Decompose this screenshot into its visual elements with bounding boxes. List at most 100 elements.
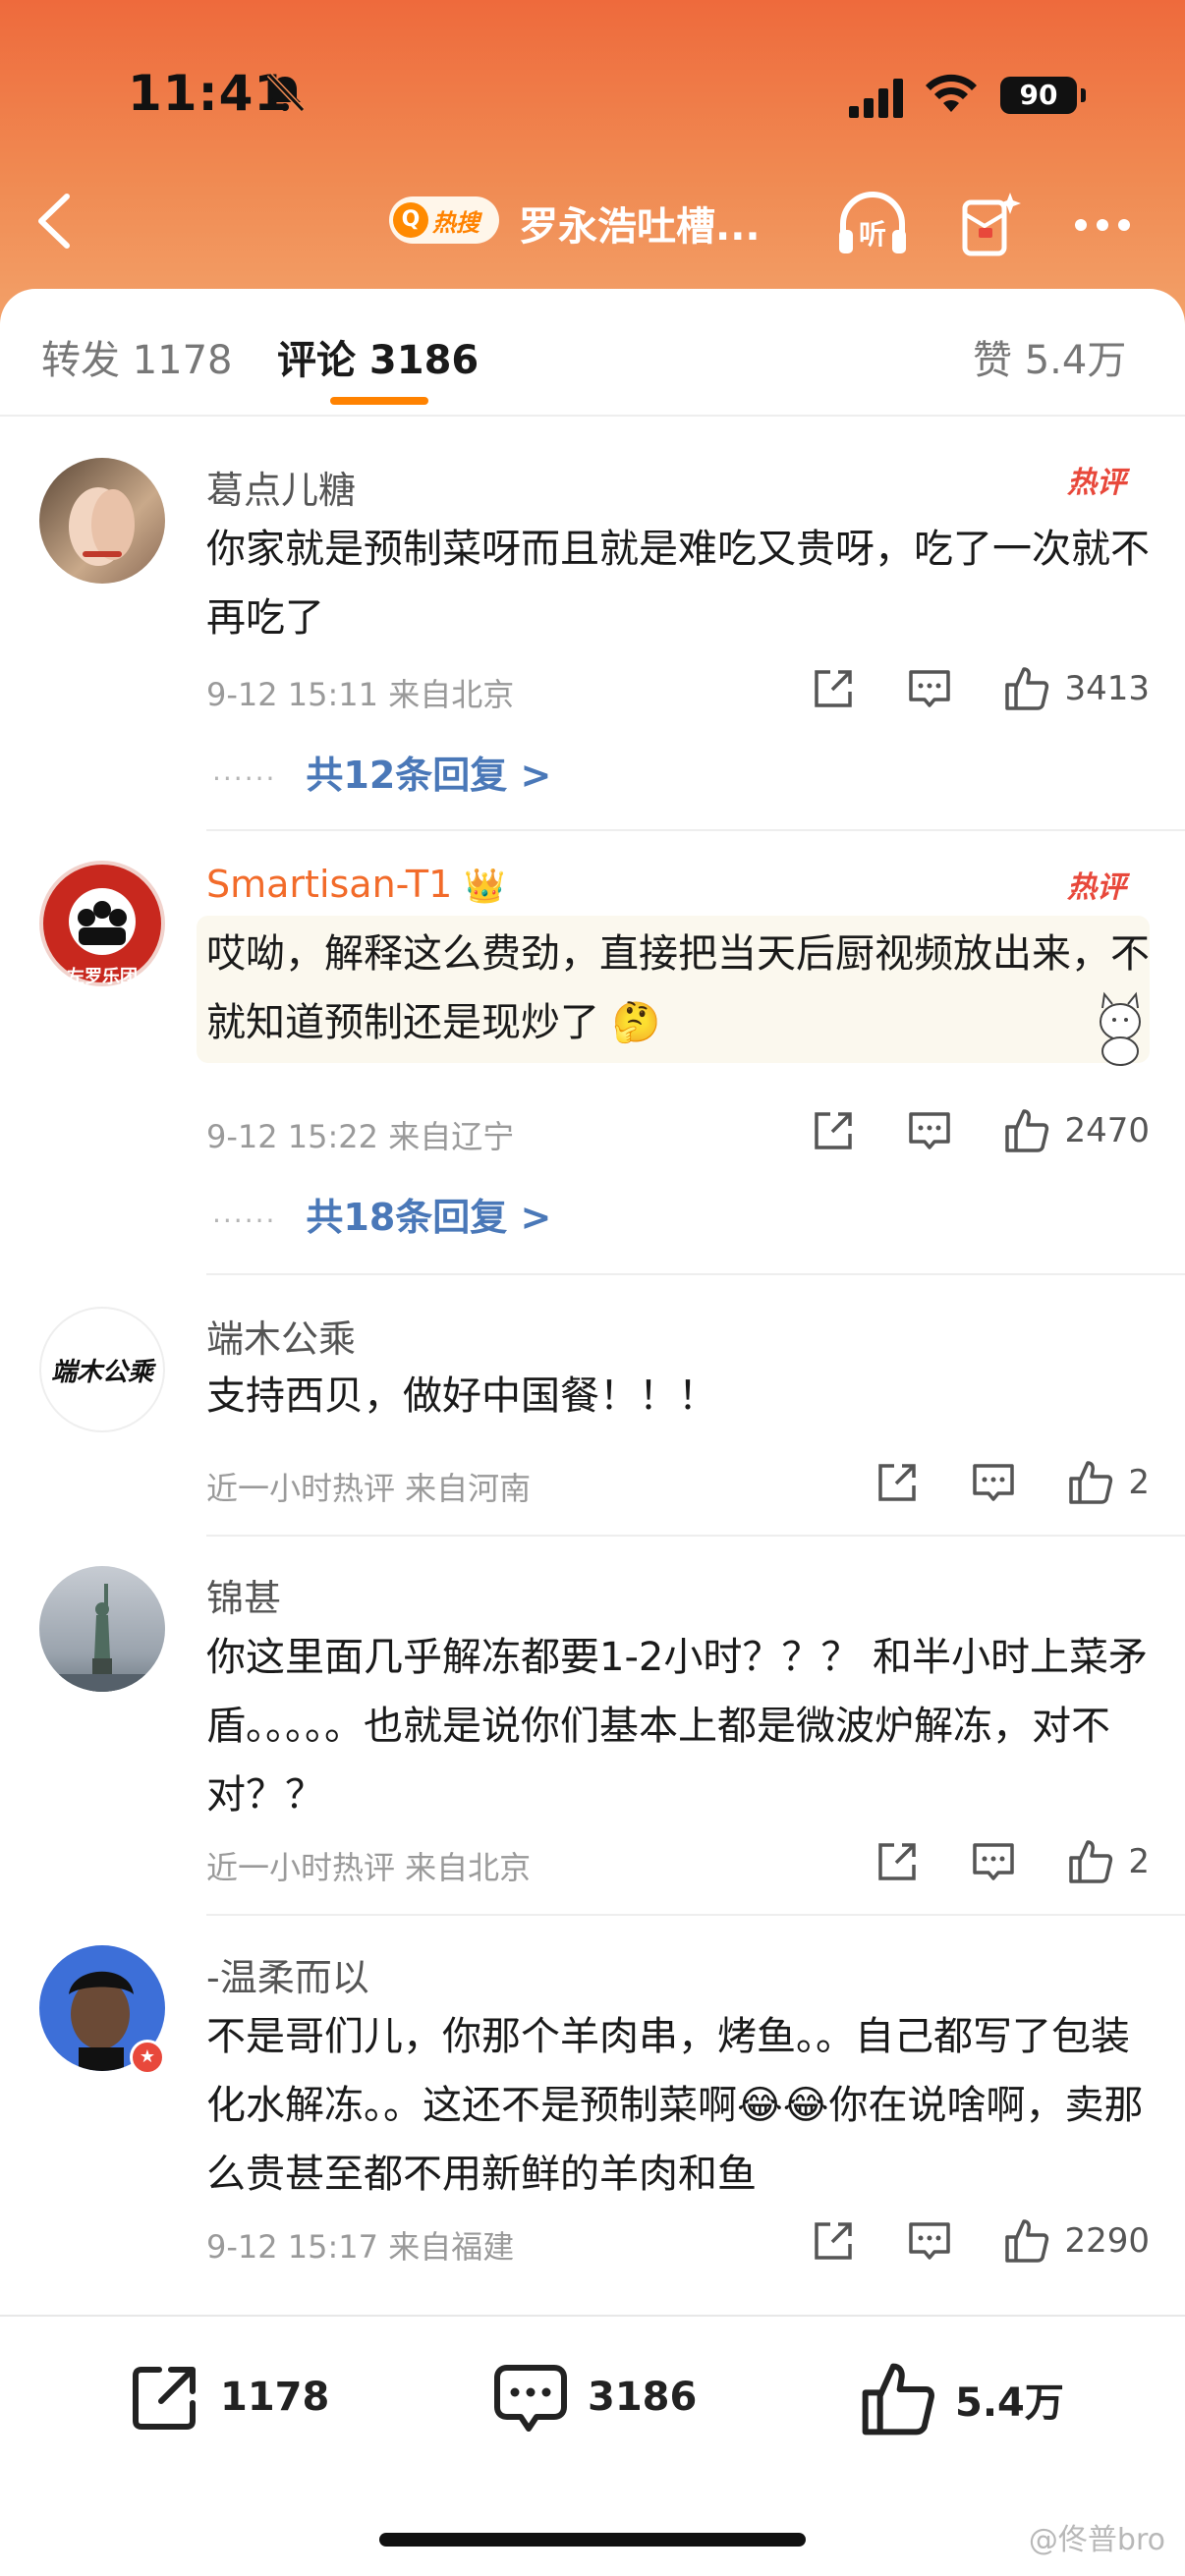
- home-indicator[interactable]: [379, 2533, 806, 2547]
- repost-count: 1178: [220, 2375, 330, 2420]
- divider: [206, 1273, 1185, 1275]
- share-button[interactable]: [811, 666, 856, 711]
- like-count: 2: [1128, 1842, 1150, 1881]
- search-icon: Q: [393, 202, 428, 238]
- avatar[interactable]: [39, 1566, 165, 1692]
- red-envelope-icon[interactable]: [957, 185, 1026, 263]
- like-count: 5.4万: [955, 2380, 1064, 2426]
- comment-meta: 9-12 15:22 来自辽宁: [206, 1118, 515, 1155]
- comment-bubble-icon: [973, 1843, 1015, 1880]
- comment-actions: 2290: [760, 2216, 1150, 2266]
- hot-comment-badge: 热评: [1067, 466, 1126, 500]
- username[interactable]: 葛点儿糖: [206, 460, 356, 514]
- battery-indicator: 90: [1000, 77, 1086, 114]
- like-count: 2: [1128, 1463, 1150, 1502]
- share-icon: [878, 1464, 917, 1501]
- reply-button[interactable]: [971, 1839, 1016, 1884]
- like-count: 3413: [1064, 669, 1150, 708]
- replies-label: 共12条回复 >: [306, 754, 552, 797]
- share-button[interactable]: [875, 1460, 920, 1505]
- cat-sticker-icon: [1100, 991, 1141, 1066]
- verified-badge-icon: ★: [130, 2040, 165, 2075]
- username[interactable]: 端木公乘: [206, 1309, 356, 1363]
- watermark: @佟普bro: [1028, 2523, 1165, 2557]
- comment-count: 3186: [588, 2375, 698, 2420]
- thumbs-up-icon: [1005, 667, 1049, 710]
- wifi-icon: [926, 74, 977, 112]
- repost-button[interactable]: 1178: [128, 2360, 329, 2435]
- statue-of-liberty-image: [59, 1584, 145, 1692]
- comment-text-content: 哎呦，解释这么费劲，直接把当天后厨视频放出来，不就知道预制还是现炒了: [206, 931, 1150, 1045]
- nav-bar: Q 热搜 罗永浩吐槽... 听: [0, 167, 1185, 275]
- tab-like[interactable]: 赞 5.4万: [973, 328, 1126, 385]
- like-button[interactable]: 2470: [1003, 1107, 1150, 1154]
- share-button[interactable]: [811, 1108, 856, 1153]
- hot-search-badge[interactable]: Q 热搜: [389, 196, 499, 244]
- replies-dots: ······: [212, 1204, 277, 1237]
- silent-bell-icon: [266, 72, 306, 113]
- avatar[interactable]: 端木公乘: [39, 1307, 165, 1432]
- share-icon: [815, 2222, 853, 2260]
- username[interactable]: 锦甚: [206, 1568, 281, 1622]
- back-arrow-icon[interactable]: [29, 187, 79, 255]
- tab-repost[interactable]: 转发 1178: [41, 328, 233, 385]
- comment-actions: 3413: [760, 664, 1150, 713]
- tab-bar: 转发 1178 评论 3186 赞 5.4万: [0, 289, 1185, 417]
- view-replies-link[interactable]: ······ 共12条回复 >: [212, 745, 551, 799]
- username-text: Smartisan-T1: [206, 863, 453, 906]
- thumbs-up-icon: [1069, 1840, 1113, 1883]
- hot-search-label: 热搜: [432, 208, 480, 237]
- tab-comment[interactable]: 评论 3186: [277, 328, 479, 385]
- headphones-listen-icon[interactable]: 听: [833, 185, 912, 263]
- comment-bubble-icon: [909, 2222, 951, 2260]
- thumbs-up-icon: [862, 2363, 934, 2436]
- comment-text: 哎呦，解释这么费劲，直接把当天后厨视频放出来，不就知道预制还是现炒了 🤔: [206, 920, 1150, 1057]
- view-replies-link[interactable]: ······ 共18条回复 >: [212, 1187, 551, 1241]
- comment-bubble-icon: [973, 1464, 1015, 1501]
- comment-actions: 2: [823, 1837, 1150, 1886]
- username[interactable]: Smartisan-T1 👑: [206, 863, 506, 906]
- cellular-signal-icon: [849, 79, 903, 118]
- reply-button[interactable]: [907, 2218, 952, 2264]
- avatar-calligraphy: 端木公乘: [50, 1357, 153, 1387]
- comment-actions: 2: [823, 1458, 1150, 1507]
- divider: [206, 1914, 1185, 1916]
- bottom-action-bar: 1178 3186 5.4万: [0, 2315, 1185, 2576]
- comment-button[interactable]: 3186: [491, 2360, 697, 2435]
- avatar-caption: 左罗乐团: [67, 967, 138, 987]
- reply-button[interactable]: [907, 666, 952, 711]
- comment-text: 支持西贝，做好中国餐！！！: [206, 1373, 717, 1419]
- comment-meta: 近一小时热评 来自河南: [206, 1470, 532, 1507]
- comment-icon: [494, 2365, 567, 2432]
- comment-text: 你这里面几乎解冻都要1-2小时？？？ 和半小时上菜矛盾。。。。。也就是说你们基本…: [206, 1635, 1149, 1818]
- divider: [206, 829, 1185, 831]
- share-button[interactable]: [875, 1839, 920, 1884]
- share-icon: [815, 670, 853, 707]
- comment-bubble-icon: [909, 670, 951, 707]
- comment-text: 你家就是预制菜呀而且就是难吃又贵呀，吃了一次就不再吃了: [206, 527, 1150, 641]
- thumbs-up-icon: [1005, 2219, 1049, 2263]
- like-button[interactable]: 2: [1067, 1838, 1150, 1885]
- comment-meta: 近一小时热评 来自北京: [206, 1849, 532, 1886]
- share-button[interactable]: [811, 2218, 856, 2264]
- like-button[interactable]: 2290: [1003, 2217, 1150, 2265]
- avatar[interactable]: [39, 458, 165, 584]
- comment-bubble-icon: [909, 1112, 951, 1149]
- like-count: 2470: [1064, 1111, 1150, 1150]
- divider: [206, 1535, 1185, 1537]
- more-options-icon[interactable]: [1075, 216, 1144, 232]
- active-tab-indicator: [330, 397, 428, 405]
- like-button[interactable]: 5.4万: [859, 2360, 1064, 2438]
- reply-button[interactable]: [907, 1108, 952, 1153]
- username[interactable]: -温柔而以: [206, 1947, 369, 2001]
- avatar-hands-image: [69, 487, 135, 566]
- thumbs-up-icon: [1069, 1461, 1113, 1504]
- thumbs-up-icon: [1005, 1109, 1049, 1152]
- reply-button[interactable]: [971, 1460, 1016, 1505]
- like-button[interactable]: 2: [1067, 1459, 1150, 1506]
- page-title[interactable]: 罗永浩吐槽...: [519, 195, 761, 252]
- like-button[interactable]: 3413: [1003, 665, 1150, 712]
- status-bar: 11:41 90: [0, 0, 1185, 157]
- comment-meta: 9-12 15:11 来自北京: [206, 676, 515, 713]
- repost-icon: [133, 2367, 196, 2430]
